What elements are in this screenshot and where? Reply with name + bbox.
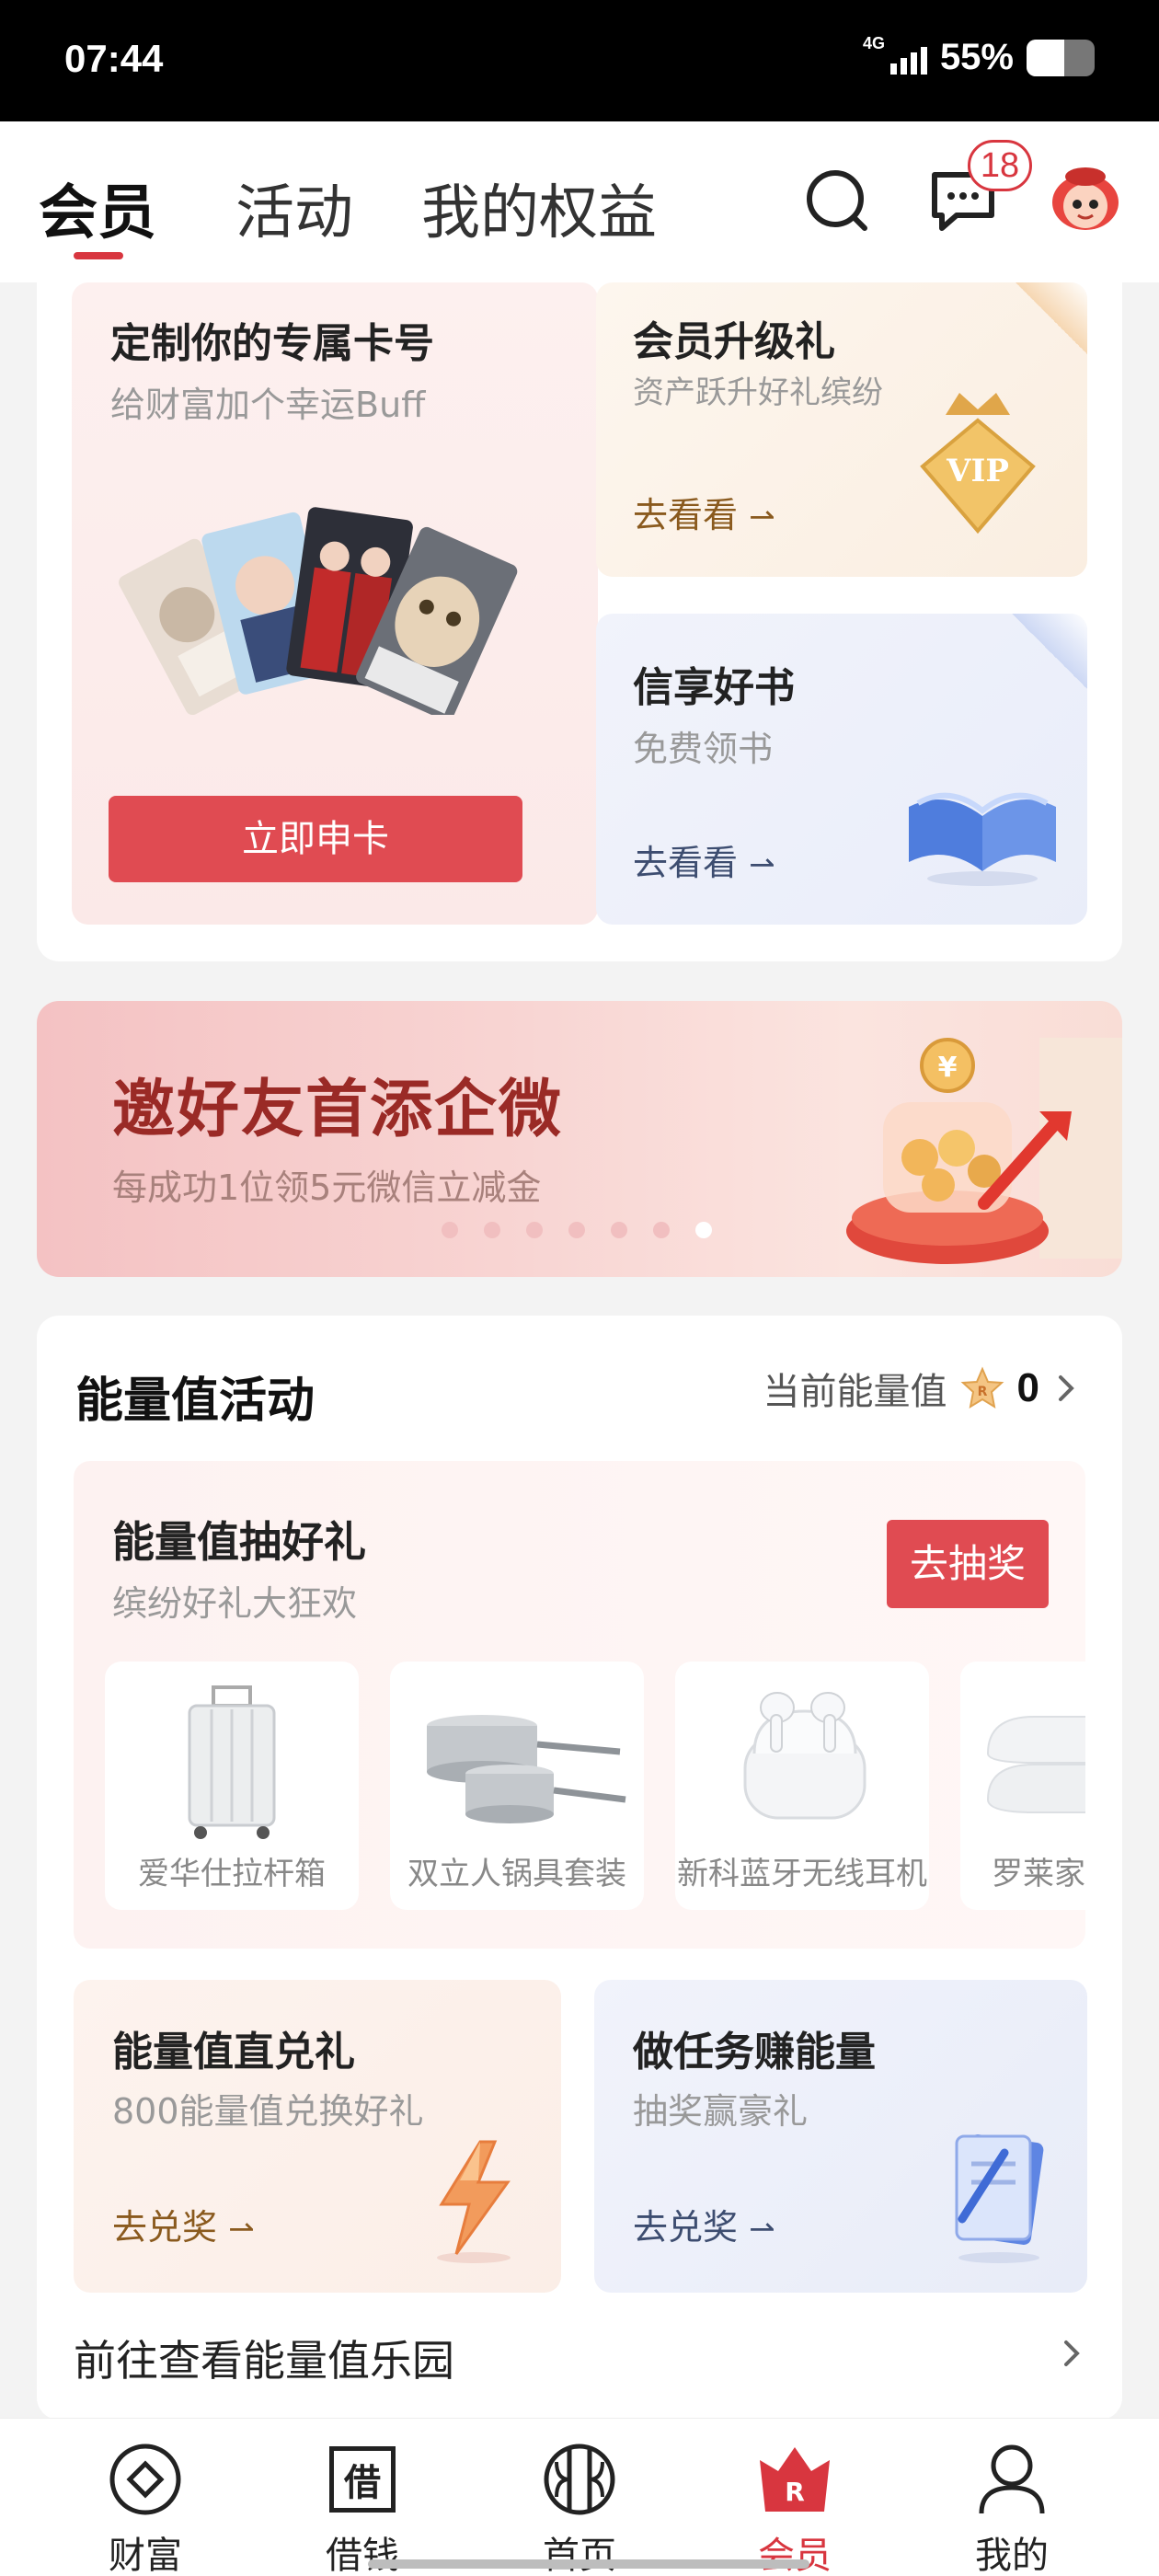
nav-borrow[interactable]: 借 借钱 xyxy=(298,2435,427,2576)
nav-mine-label: 我的 xyxy=(975,2535,1049,2576)
borrow-icon: 借 xyxy=(329,2446,396,2513)
exchange-subtitle: 800能量值兑换好礼 xyxy=(112,2091,424,2132)
exchange-link[interactable]: 去兑奖 ⇀ xyxy=(112,2199,255,2249)
bottom-navigation: 财富 借 借钱 首页 R 会员 我的 xyxy=(0,2418,1159,2576)
battery-percent: 55% xyxy=(939,37,1014,77)
status-bar: 07:44 4G 55% xyxy=(0,0,1159,121)
mascot-avatar[interactable] xyxy=(1047,160,1124,241)
banner-title: 邀好友首添企微 xyxy=(112,1073,564,1146)
energy-exchange-tile[interactable]: 能量值直兑礼 800能量值兑换好礼 去兑奖 ⇀ xyxy=(74,1980,561,2293)
prize-item[interactable]: 双立人锅具套装 xyxy=(390,1662,644,1910)
active-tab-indicator xyxy=(74,252,123,259)
prize-item[interactable]: 新科蓝牙无线耳机 xyxy=(675,1662,929,1910)
nav-home[interactable]: 首页 xyxy=(515,2435,644,2576)
cellular-signal-icon: 4G xyxy=(863,34,927,78)
pagination-dot[interactable] xyxy=(526,1222,543,1238)
svg-text:R: R xyxy=(977,1385,987,1399)
nav-mine[interactable]: 我的 xyxy=(947,2435,1076,2576)
search-icon[interactable] xyxy=(804,167,870,237)
earn-energy-tasks-tile[interactable]: 做任务赚能量 抽奖赢豪礼 去兑奖 ⇀ xyxy=(594,1980,1087,2293)
pillow-icon xyxy=(986,1716,1085,1813)
promo-banner[interactable]: 邀好友首添企微 每成功1位领5元微信立减金 ¥ xyxy=(37,1001,1122,1277)
upgrade-title: 会员升级礼 xyxy=(633,318,835,365)
page-curl-decoration xyxy=(1016,282,1087,354)
books-link[interactable]: 去看看 ⇀ xyxy=(633,834,775,885)
upgrade-gift-tile[interactable]: 会员升级礼 资产跃升好礼缤纷 去看看 ⇀ VIP xyxy=(596,282,1087,577)
energy-lottery-card[interactable]: 能量值抽好礼 缤纷好礼大狂欢 去抽奖 爱华仕拉杆箱 双立人锅具套装 新科蓝牙无线… xyxy=(74,1461,1085,1949)
current-energy[interactable]: 当前能量值 R 0 xyxy=(763,1362,1080,1415)
pagination-dot[interactable] xyxy=(695,1222,712,1238)
upgrade-subtitle: 资产跃升好礼缤纷 xyxy=(633,374,883,411)
good-books-tile[interactable]: 信享好书 免费领书 去看看 ⇀ xyxy=(596,614,1087,925)
earbuds-icon xyxy=(743,1692,866,1820)
custom-card-title: 定制你的专属卡号 xyxy=(110,320,434,367)
lottery-subtitle: 缤纷好礼大狂欢 xyxy=(112,1583,358,1624)
member-benefits-panel: 定制你的专属卡号 给财富加个幸运Buff 立即申卡 会员升级礼 资产跃升好礼缤纷… xyxy=(37,282,1122,961)
svg-text:R: R xyxy=(785,2477,805,2507)
pagination-dot[interactable] xyxy=(653,1222,670,1238)
profile-icon xyxy=(979,2444,1045,2514)
upgrade-link[interactable]: 去看看 ⇀ xyxy=(633,487,775,537)
pagination-dot[interactable] xyxy=(484,1222,500,1238)
current-energy-value: 0 xyxy=(1016,1365,1039,1410)
tasks-title: 做任务赚能量 xyxy=(633,2029,876,2076)
lottery-title: 能量值抽好礼 xyxy=(112,1517,366,1567)
member-crown-icon: R xyxy=(760,2447,830,2512)
current-energy-label: 当前能量值 xyxy=(763,1371,947,1413)
energy-section-title: 能量值活动 xyxy=(75,1374,316,1429)
pagination-dot[interactable] xyxy=(442,1222,458,1238)
chevron-right-icon xyxy=(1064,2340,1080,2366)
banner-subtitle: 每成功1位领5元微信立减金 xyxy=(112,1167,542,1208)
nav-wealth[interactable]: 财富 xyxy=(81,2435,210,2576)
svg-text:¥: ¥ xyxy=(938,1052,958,1084)
coin-jar-illustration: ¥ xyxy=(846,1038,1122,1264)
apply-card-button[interactable]: 立即申卡 xyxy=(109,796,522,882)
top-header: 会员 活动 我的权益 18 xyxy=(0,121,1159,282)
tab-my-benefits[interactable]: 我的权益 xyxy=(421,166,657,250)
document-pen-icon xyxy=(955,2134,1044,2263)
open-book-icon xyxy=(909,792,1056,886)
suitcase-icon xyxy=(188,1685,276,1839)
prize-item[interactable]: 爱华仕拉杆箱 xyxy=(105,1662,359,1910)
status-indicators: 4G 55% xyxy=(863,34,1095,78)
energy-star-icon: R xyxy=(960,1366,1004,1409)
cookware-icon xyxy=(427,1715,626,1823)
prize-name: 双立人锅具套装 xyxy=(407,1856,626,1892)
custom-card-subtitle: 给财富加个幸运Buff xyxy=(110,385,426,425)
tab-member[interactable]: 会员 xyxy=(39,166,156,250)
svg-text:VIP: VIP xyxy=(946,453,1009,489)
exchange-title: 能量值直兑礼 xyxy=(112,2029,355,2076)
prize-item[interactable]: 罗莱家 xyxy=(960,1662,1085,1910)
chevron-right-icon xyxy=(1059,1375,1074,1401)
tasks-subtitle: 抽奖赢豪礼 xyxy=(633,2091,809,2132)
nav-member[interactable]: R 会员 xyxy=(730,2435,859,2576)
books-title: 信享好书 xyxy=(633,664,795,711)
books-subtitle: 免费领书 xyxy=(633,729,774,769)
vip-diamond-icon: VIP xyxy=(920,393,1036,535)
wealth-icon xyxy=(109,2444,181,2515)
pagination-dot[interactable] xyxy=(568,1222,585,1238)
status-time: 07:44 xyxy=(64,37,164,80)
card-samples-illustration xyxy=(119,507,518,715)
custom-card-tile[interactable]: 定制你的专属卡号 给财富加个幸运Buff 立即申卡 xyxy=(72,282,598,925)
tab-activities[interactable]: 活动 xyxy=(235,166,353,250)
go-draw-button[interactable]: 去抽奖 xyxy=(887,1520,1049,1608)
lightning-icon xyxy=(437,2140,511,2263)
nav-wealth-label: 财富 xyxy=(109,2535,182,2576)
energy-park-link[interactable]: 前往查看能量值乐园 xyxy=(74,2307,1085,2399)
prize-name: 罗莱家 xyxy=(992,1856,1085,1892)
prize-name: 新科蓝牙无线耳机 xyxy=(677,1856,927,1892)
message-count-badge: 18 xyxy=(968,140,1032,191)
energy-activities-section: 能量值活动 当前能量值 R 0 能量值抽好礼 缤纷好礼大狂欢 去抽奖 爱华仕拉杆… xyxy=(37,1316,1122,2420)
energy-park-link-text: 前往查看能量值乐园 xyxy=(74,2336,454,2386)
home-indicator[interactable] xyxy=(368,2559,809,2569)
prize-name: 爱华仕拉杆箱 xyxy=(138,1856,326,1892)
battery-icon xyxy=(1027,39,1095,76)
tasks-link[interactable]: 去兑奖 ⇀ xyxy=(633,2199,775,2249)
pagination-dot[interactable] xyxy=(611,1222,627,1238)
home-logo-icon xyxy=(544,2444,615,2515)
page-curl-decoration xyxy=(1012,614,1087,689)
network-type: 4G xyxy=(862,33,885,52)
banner-pagination xyxy=(442,1222,712,1238)
